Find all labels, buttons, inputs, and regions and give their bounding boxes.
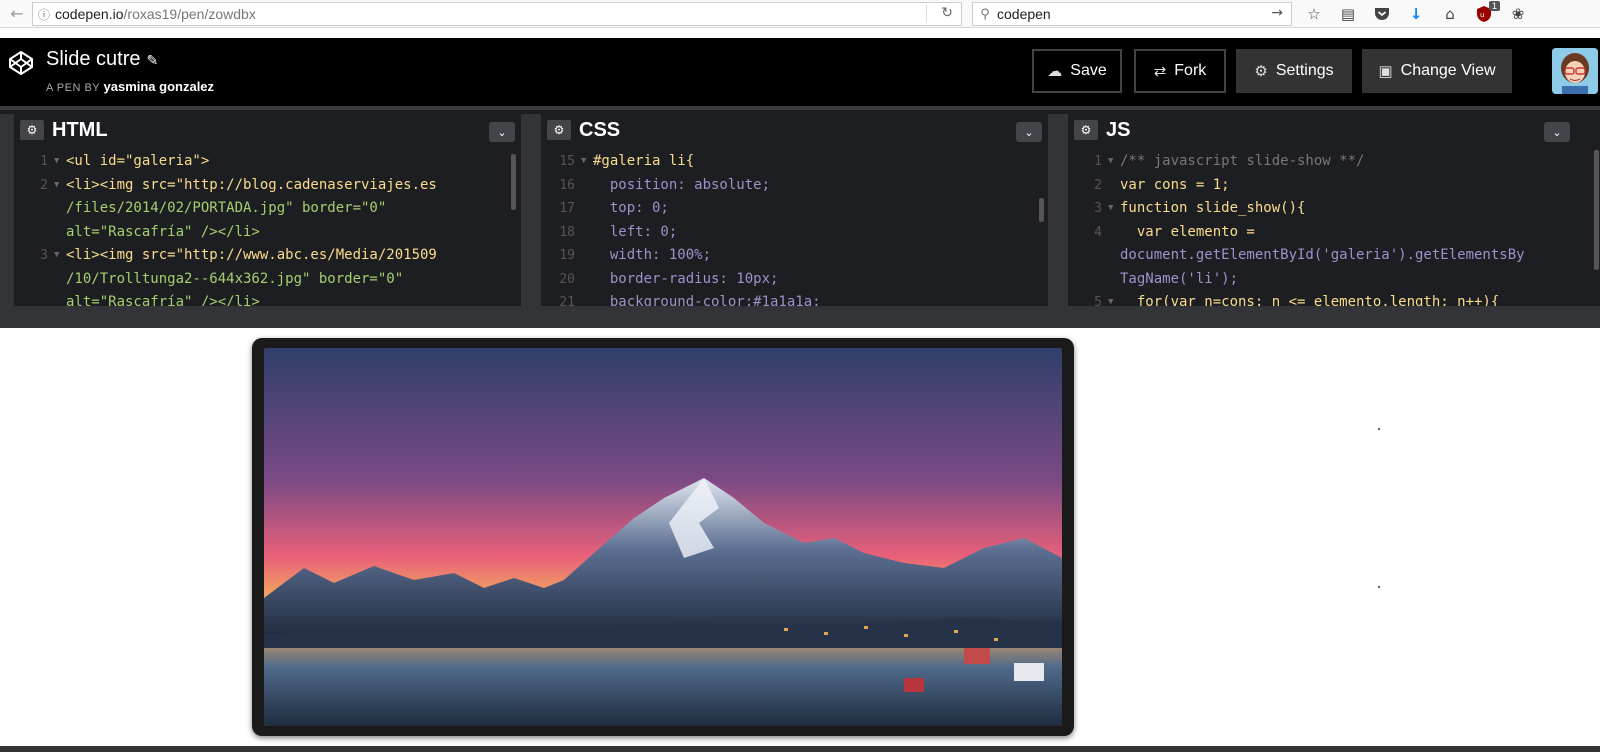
html-editor-header: ⚙ HTML ⌄: [14, 114, 521, 146]
home-icon[interactable]: ⌂: [1440, 4, 1460, 24]
css-editor-title: CSS: [579, 118, 621, 141]
scrollbar[interactable]: [1039, 198, 1044, 222]
css-editor[interactable]: ⚙ CSS ⌄ 15 ▼ #galeria li{ 16 position: abs…: [541, 114, 1048, 310]
fork-button[interactable]: ⇄ Fork: [1134, 49, 1226, 93]
code-line: 2 ▼ <li><img src="http://blog.cadenaservia…: [40, 176, 437, 193]
editor-divider[interactable]: [1048, 114, 1068, 310]
code-line: 3 ▼ function slide_show(){: [1094, 200, 1306, 216]
cloud-icon: ☁: [1047, 63, 1063, 80]
go-arrow-icon[interactable]: →: [1271, 5, 1283, 21]
code-line: 15 ▼ #galeria li{: [559, 153, 695, 169]
bottom-bar: [0, 746, 1600, 752]
settings-button[interactable]: ⚙ Settings: [1236, 49, 1352, 93]
save-button[interactable]: ☁ Save: [1032, 49, 1122, 93]
gear-icon: ⚙: [1254, 63, 1268, 80]
chevron-down-icon[interactable]: ⌄: [1544, 122, 1570, 142]
codepen-logo-icon[interactable]: [8, 50, 34, 76]
slide-image[interactable]: [264, 348, 1062, 726]
pen-author: A PEN BY yasmina gonzalez: [46, 79, 215, 94]
scrollbar[interactable]: [511, 154, 516, 210]
code-line: 1 ▼ <ul id="galeria">: [40, 153, 210, 169]
search-bar[interactable]: ⚲ codepen →: [972, 2, 1292, 26]
url-bar[interactable]: ⓘ codepen.io/roxas19/pen/zowdbx ↻: [32, 2, 962, 26]
gear-icon[interactable]: ⚙: [547, 120, 571, 140]
download-icon[interactable]: ↓: [1406, 4, 1426, 24]
svg-text:u: u: [1480, 11, 1484, 19]
code-line: 2 var cons = 1;: [1094, 176, 1230, 193]
gear-icon[interactable]: ⚙: [20, 120, 44, 140]
slideshow-frame: [252, 338, 1074, 736]
bookmark-star-icon[interactable]: ☆: [1304, 4, 1324, 24]
editor-gutter-left: [0, 114, 14, 310]
js-editor-title: JS: [1106, 118, 1131, 141]
js-editor-header: ⚙ JS ⌄: [1068, 114, 1600, 146]
reading-list-icon[interactable]: ▤: [1338, 4, 1358, 24]
html-code[interactable]: 1 ▼ <ul id="galeria"> 2 ▼ <li><img src="http…: [14, 150, 521, 310]
js-code[interactable]: 1 ▼/** javascript slide-show **/ 2 var con…: [1068, 150, 1600, 310]
toolbar-icons: ☆ ▤ ↓ ⌂ u 1 ❀: [1304, 0, 1528, 28]
js-editor[interactable]: ⚙ JS ⌄ 1 ▼/** javascript slide-show **/ 2…: [1068, 114, 1600, 310]
editors-panel: ⚙ HTML ⌄ 1 ▼ <ul id="galeria"> 2 ▼ <li><img …: [0, 106, 1600, 328]
preview-pane: [0, 328, 1600, 746]
code-line: 1 ▼/** javascript slide-show **/: [1094, 153, 1365, 169]
browser-toolbar: ← ⓘ codepen.io/roxas19/pen/zowdbx ↻ ⚲ co…: [0, 0, 1600, 28]
code-line: 20 border-radius: 10px;: [559, 270, 779, 287]
pen-title[interactable]: Slide cutre ✎: [46, 48, 158, 71]
code-line: alt="Rascafría" /></li>: [66, 223, 260, 240]
extension-icon[interactable]: ❀: [1508, 4, 1528, 24]
chevron-down-icon[interactable]: ⌄: [489, 122, 515, 142]
code-line: 18 left: 0;: [559, 223, 678, 240]
eye-icon: ▣: [1378, 63, 1393, 80]
search-input[interactable]: codepen: [997, 6, 1051, 22]
html-editor-title: HTML: [52, 118, 108, 141]
avatar[interactable]: [1552, 48, 1598, 94]
html-editor[interactable]: ⚙ HTML ⌄ 1 ▼ <ul id="galeria"> 2 ▼ <li><img …: [14, 114, 521, 310]
code-line: TagName('li');: [1120, 270, 1239, 287]
ublock-badge: 1: [1488, 1, 1500, 11]
code-line: /files/2014/02/PORTADA.jpg" border="0": [66, 200, 387, 216]
code-line: 17 top: 0;: [559, 200, 669, 216]
preview-dot: [1378, 428, 1380, 430]
back-arrow-icon[interactable]: ←: [4, 1, 30, 27]
scrollbar[interactable]: [1594, 150, 1599, 270]
css-editor-header: ⚙ CSS ⌄: [541, 114, 1048, 146]
url-text: codepen.io/roxas19/pen/zowdbx: [55, 6, 256, 22]
pocket-icon[interactable]: [1372, 4, 1392, 24]
preview-dot: [1378, 586, 1380, 588]
gear-icon[interactable]: ⚙: [1074, 120, 1098, 140]
codepen-header: Slide cutre ✎ A PEN BY yasmina gonzalez ☁…: [0, 38, 1600, 106]
pencil-icon[interactable]: ✎: [147, 52, 159, 68]
ublock-icon[interactable]: u 1: [1474, 1, 1500, 24]
code-line: 19 width: 100%;: [559, 247, 712, 263]
code-line: 16 position: absolute;: [559, 176, 771, 193]
author-name[interactable]: yasmina gonzalez: [104, 79, 215, 94]
resize-bar[interactable]: [0, 306, 1600, 328]
change-view-button[interactable]: ▣ Change View: [1362, 49, 1512, 93]
editor-divider[interactable]: [521, 114, 541, 310]
code-line: 3 ▼ <li><img src="http://www.abc.es/Media/…: [40, 247, 437, 263]
chevron-down-icon[interactable]: ⌄: [1016, 122, 1042, 142]
url-separator: [926, 5, 927, 23]
fork-icon: ⇄: [1153, 63, 1167, 80]
code-line: /10/Trolltunga2--644x362.jpg" border="0": [66, 270, 404, 287]
css-code[interactable]: 15 ▼ #galeria li{ 16 position: absolute; 1…: [541, 150, 1048, 310]
search-icon: ⚲: [980, 6, 990, 22]
info-icon[interactable]: ⓘ: [33, 6, 55, 23]
code-line: 4 var elemento =: [1094, 223, 1255, 240]
code-line: document.getElementById('galeria').getEl…: [1120, 247, 1525, 263]
reload-icon[interactable]: ↻: [941, 5, 953, 21]
